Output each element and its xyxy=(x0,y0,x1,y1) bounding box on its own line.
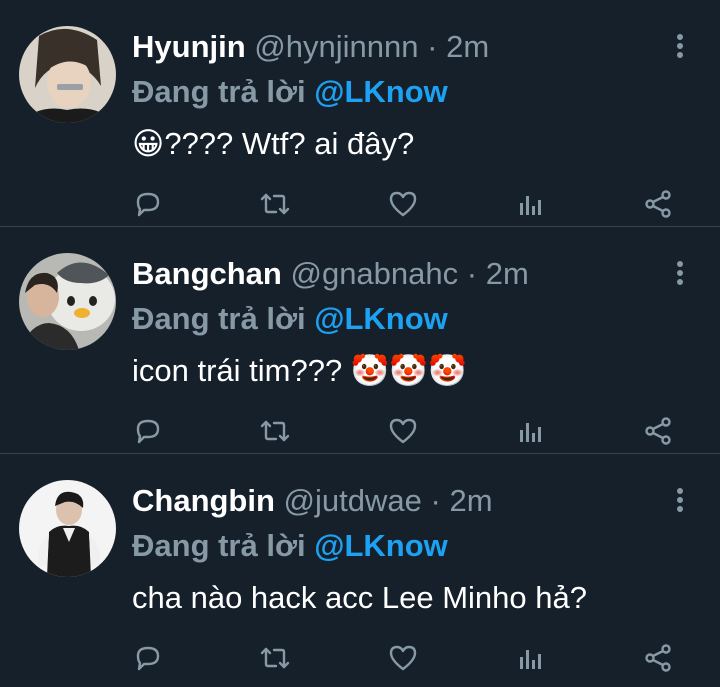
more-vertical-icon[interactable] xyxy=(670,261,690,289)
mention-link[interactable]: @LKnow xyxy=(314,301,448,336)
timestamp[interactable]: 2m xyxy=(486,256,529,291)
replying-to-label: Đang trả lời xyxy=(132,301,306,336)
heart-icon[interactable] xyxy=(387,188,419,220)
display-name[interactable]: Changbin xyxy=(132,483,275,518)
clown-emoji: 🤡🤡🤡 xyxy=(350,353,467,389)
tweet-text: 😀???? Wtf? ai đây? xyxy=(132,124,414,164)
tweet[interactable]: Hyunjin @hynjinnnn · 2m Đang trả lời @LK… xyxy=(0,0,720,227)
separator: · xyxy=(466,256,478,291)
share-icon[interactable] xyxy=(642,415,674,447)
heart-icon[interactable] xyxy=(387,642,419,674)
retweet-icon[interactable] xyxy=(259,642,291,674)
tweet-text: cha nào hack acc Lee Minho hả? xyxy=(132,578,587,618)
replying-to-label: Đang trả lời xyxy=(132,528,306,563)
replying-to: Đang trả lời @LKnow xyxy=(132,526,448,566)
tweet-actions xyxy=(132,415,682,447)
replying-to-label: Đang trả lời xyxy=(132,74,306,109)
tweet-text-content: icon trái tim??? xyxy=(132,353,351,388)
tweet-header: Hyunjin @hynjinnnn · 2m xyxy=(132,27,489,67)
tweet[interactable]: Bangchan @gnabnahc · 2m Đang trả lời @LK… xyxy=(0,227,720,454)
separator: · xyxy=(430,483,441,518)
timestamp[interactable]: 2m xyxy=(449,483,492,518)
analytics-icon[interactable] xyxy=(515,642,547,674)
share-icon[interactable] xyxy=(642,642,674,674)
separator: · xyxy=(427,29,438,64)
timeline: Hyunjin @hynjinnnn · 2m Đang trả lời @LK… xyxy=(0,0,720,687)
reply-icon[interactable] xyxy=(132,642,164,674)
tweet-text-content: ???? Wtf? ai đây? xyxy=(164,126,415,161)
tweet[interactable]: Changbin @jutdwae · 2m Đang trả lời @LKn… xyxy=(0,454,720,687)
analytics-icon[interactable] xyxy=(515,415,547,447)
username[interactable]: @jutdwae xyxy=(284,483,422,518)
reply-icon[interactable] xyxy=(132,415,164,447)
tweet-header: Bangchan @gnabnahc · 2m xyxy=(132,254,529,294)
mention-link[interactable]: @LKnow xyxy=(314,74,448,109)
more-vertical-icon[interactable] xyxy=(670,488,690,516)
tweet-text: icon trái tim??? 🤡🤡🤡 xyxy=(132,351,467,391)
avatar[interactable] xyxy=(19,26,116,123)
mention-link[interactable]: @LKnow xyxy=(314,528,448,563)
retweet-icon[interactable] xyxy=(259,415,291,447)
timestamp[interactable]: 2m xyxy=(446,29,489,64)
replying-to: Đang trả lời @LKnow xyxy=(132,299,448,339)
tweet-actions xyxy=(132,642,682,674)
tweet-header: Changbin @jutdwae · 2m xyxy=(132,481,493,521)
tweet-text-content: cha nào hack acc Lee Minho hả? xyxy=(132,580,587,615)
avatar[interactable] xyxy=(19,253,116,350)
avatar[interactable] xyxy=(19,480,116,577)
retweet-icon[interactable] xyxy=(259,188,291,220)
display-name[interactable]: Hyunjin xyxy=(132,29,246,64)
tweet-actions xyxy=(132,188,682,220)
replying-to: Đang trả lời @LKnow xyxy=(132,72,448,112)
reply-icon[interactable] xyxy=(132,188,164,220)
username[interactable]: @gnabnahc xyxy=(290,256,458,291)
more-vertical-icon[interactable] xyxy=(670,34,690,62)
share-icon[interactable] xyxy=(642,188,674,220)
emoji: 😀 xyxy=(132,126,165,162)
analytics-icon[interactable] xyxy=(515,188,547,220)
username[interactable]: @hynjinnnn xyxy=(254,29,418,64)
display-name[interactable]: Bangchan xyxy=(132,256,282,291)
heart-icon[interactable] xyxy=(387,415,419,447)
